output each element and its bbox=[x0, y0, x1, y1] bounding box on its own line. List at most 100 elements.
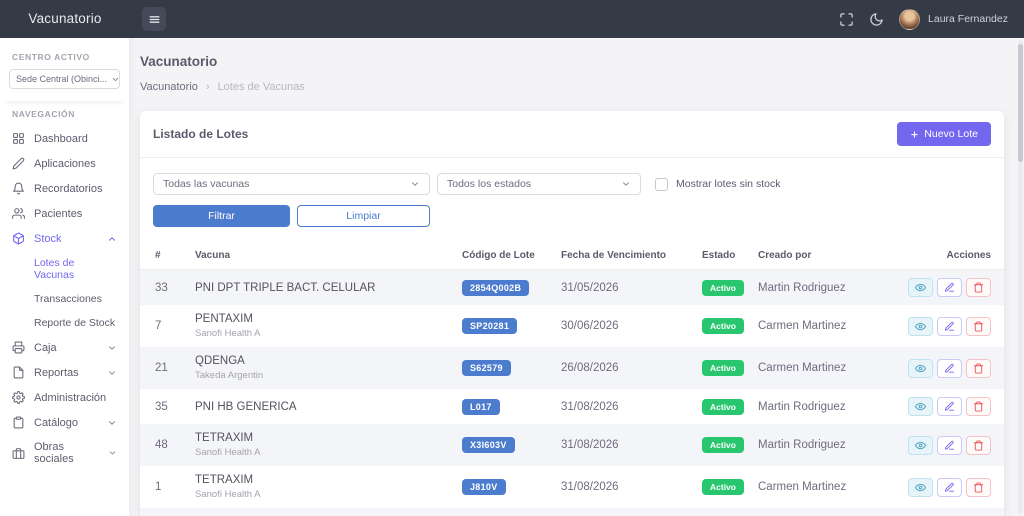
briefcase-icon bbox=[12, 447, 25, 460]
users-icon bbox=[12, 207, 25, 220]
edit-button[interactable] bbox=[937, 436, 962, 455]
status-badge: Activo bbox=[702, 318, 744, 334]
no-stock-checkbox[interactable] bbox=[655, 178, 668, 191]
trash-icon bbox=[973, 482, 984, 493]
view-button[interactable] bbox=[908, 436, 933, 455]
delete-button[interactable] bbox=[966, 317, 991, 336]
sidebar-item-catalogo[interactable]: Catálogo bbox=[0, 410, 129, 435]
sidebar-toggle-button[interactable] bbox=[142, 7, 166, 31]
view-button[interactable] bbox=[908, 478, 933, 497]
vaccine-filter-select[interactable]: Todas las vacunas bbox=[153, 173, 430, 195]
center-select[interactable]: Sede Central (Obinci... bbox=[9, 69, 120, 89]
dark-mode-button[interactable] bbox=[869, 12, 884, 27]
chevron-down-icon bbox=[115, 393, 117, 403]
sidebar-item-reportas[interactable]: Reportas bbox=[0, 360, 129, 385]
row-number: 1 bbox=[140, 466, 187, 508]
status-filter-value: Todos los estados bbox=[447, 178, 531, 190]
show-no-stock-toggle[interactable]: Mostrar lotes sin stock bbox=[655, 178, 780, 191]
view-button[interactable] bbox=[908, 397, 933, 416]
page-scrollbar[interactable] bbox=[1018, 40, 1023, 514]
sidebar-item-stock[interactable]: Stock bbox=[0, 226, 129, 251]
delete-button[interactable] bbox=[966, 359, 991, 378]
chevron-down-icon bbox=[107, 343, 117, 353]
eye-icon bbox=[915, 321, 926, 332]
col-actions: Acciones bbox=[900, 244, 1004, 270]
edit-button[interactable] bbox=[937, 359, 962, 378]
pencil-icon bbox=[944, 321, 955, 332]
user-menu[interactable]: Laura Fernandez bbox=[899, 9, 1008, 30]
col-number: # bbox=[140, 244, 187, 270]
lot-code-badge: SP20281 bbox=[462, 318, 517, 334]
col-created-by: Creado por bbox=[750, 244, 900, 270]
eye-icon bbox=[915, 440, 926, 451]
breadcrumb-current: Lotes de Vacunas bbox=[218, 81, 305, 93]
table-row: 16AVAXIM 80 U PEDIATRICOSanofi Health AX… bbox=[140, 508, 1004, 516]
vaccine-filter-value: Todas las vacunas bbox=[163, 178, 249, 190]
brand-area: Vacunatorio bbox=[0, 10, 130, 28]
gear-icon bbox=[12, 391, 25, 404]
pencil-icon bbox=[944, 401, 955, 412]
trash-icon bbox=[973, 401, 984, 412]
sidebar-nav: DashboardAplicaciones Recordatorios Pacien… bbox=[0, 126, 129, 471]
view-button[interactable] bbox=[908, 359, 933, 378]
edit-button[interactable] bbox=[937, 478, 962, 497]
status-filter-select[interactable]: Todos los estados bbox=[437, 173, 641, 195]
edit-button[interactable] bbox=[937, 317, 962, 336]
sidebar-item-dashboard[interactable]: Dashboard bbox=[0, 126, 129, 151]
edit-button[interactable] bbox=[937, 397, 962, 416]
edit-button[interactable] bbox=[937, 278, 962, 297]
sidebar-item-caja[interactable]: Caja bbox=[0, 335, 129, 360]
sidebar-subitem-lotes-de-vacunas[interactable]: Lotes de Vacunas bbox=[0, 251, 129, 287]
status-badge: Activo bbox=[702, 280, 744, 296]
sidebar-item-label: Recordatorios bbox=[34, 183, 102, 195]
sidebar-item-label: Reportas bbox=[34, 367, 79, 379]
status-badge: Activo bbox=[702, 479, 744, 495]
clear-button[interactable]: Limpiar bbox=[297, 205, 430, 227]
row-number: 21 bbox=[140, 347, 187, 389]
delete-button[interactable] bbox=[966, 436, 991, 455]
center-select-value: Sede Central (Obinci... bbox=[16, 74, 107, 84]
row-number: 35 bbox=[140, 389, 187, 424]
sidebar-item-label: Caja bbox=[34, 342, 57, 354]
lotes-table: # Vacuna Código de Lote Fecha de Vencimi… bbox=[140, 244, 1004, 516]
delete-button[interactable] bbox=[966, 278, 991, 297]
vaccine-name: TETRAXIM bbox=[195, 474, 446, 486]
navbar-right: Laura Fernandez bbox=[839, 9, 1024, 30]
row-number: 16 bbox=[140, 508, 187, 516]
vaccine-name: QDENGA bbox=[195, 355, 446, 367]
pencil-icon bbox=[944, 482, 955, 493]
expiry-date: 30/06/2026 bbox=[553, 305, 694, 347]
lotes-card: Listado de Lotes Nuevo Lote Todas las va… bbox=[140, 111, 1004, 516]
vaccine-name: PNI DPT TRIPLE BACT. CELULAR bbox=[195, 282, 446, 294]
lot-code-badge: X3I603V bbox=[462, 437, 515, 453]
delete-button[interactable] bbox=[966, 397, 991, 416]
sidebar-item-pacientes[interactable]: Pacientes bbox=[0, 201, 129, 226]
table-row: 1TETRAXIMSanofi Health AJ810V31/08/2026A… bbox=[140, 466, 1004, 508]
sidebar-item-aplicaciones[interactable]: Aplicaciones bbox=[0, 151, 129, 176]
app-brand: Vacunatorio bbox=[28, 11, 101, 26]
no-stock-label: Mostrar lotes sin stock bbox=[676, 178, 780, 190]
fullscreen-button[interactable] bbox=[839, 12, 854, 27]
sidebar-subitem-reporte-de-stock[interactable]: Reporte de Stock bbox=[0, 311, 129, 335]
delete-button[interactable] bbox=[966, 478, 991, 497]
vaccine-name: PNI HB GENERICA bbox=[195, 401, 446, 413]
filter-buttons: Filtrar Limpiar bbox=[140, 195, 1004, 227]
lot-code-badge: L017 bbox=[462, 399, 500, 415]
sidebar-item-label: Pacientes bbox=[34, 208, 82, 220]
filter-button[interactable]: Filtrar bbox=[153, 205, 290, 227]
scrollbar-thumb[interactable] bbox=[1018, 44, 1023, 162]
new-lote-button[interactable]: Nuevo Lote bbox=[897, 122, 991, 146]
vaccine-name: TETRAXIM bbox=[195, 432, 446, 444]
filters-row: Todas las vacunas Todos los estados Most… bbox=[140, 158, 1004, 195]
col-status: Estado bbox=[694, 244, 750, 270]
sidebar-subitem-transacciones[interactable]: Transacciones bbox=[0, 287, 129, 311]
clipboard-icon bbox=[12, 416, 25, 429]
sidebar-item-administracion[interactable]: Administración bbox=[0, 385, 129, 410]
sidebar-item-recordatorios[interactable]: Recordatorios bbox=[0, 176, 129, 201]
sidebar-item-obras-sociales[interactable]: Obras sociales bbox=[0, 435, 129, 471]
view-button[interactable] bbox=[908, 278, 933, 297]
breadcrumb-root[interactable]: Vacunatorio bbox=[140, 81, 198, 93]
chevron-down-icon bbox=[111, 75, 120, 84]
view-button[interactable] bbox=[908, 317, 933, 336]
pencil-icon bbox=[944, 363, 955, 374]
